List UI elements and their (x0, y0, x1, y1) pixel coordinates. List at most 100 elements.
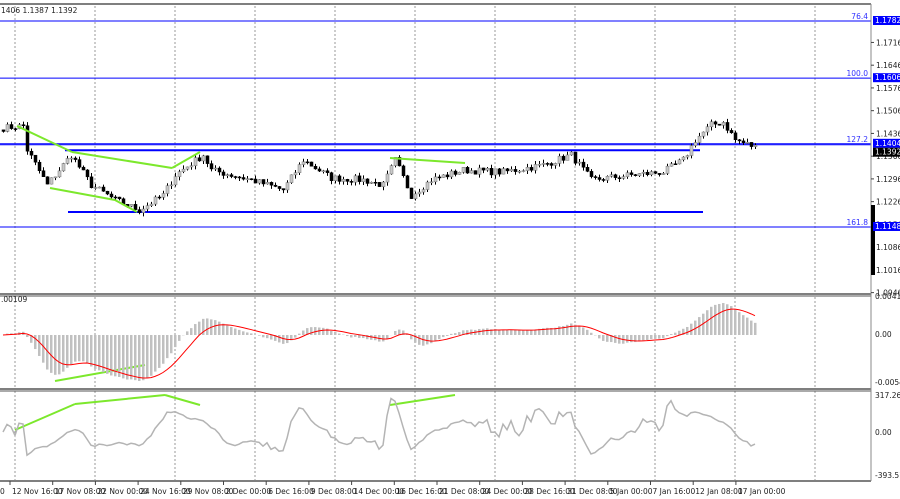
macd-histogram-bar (226, 325, 229, 335)
bull-candle (93, 187, 98, 189)
macd-histogram-bar (158, 335, 161, 368)
bull-candle (285, 182, 290, 191)
bear-candle (473, 170, 478, 175)
macd-histogram-bar (382, 335, 385, 342)
bull-candle (5, 124, 10, 132)
macd-histogram-bar (334, 331, 337, 335)
trend-line[interactable] (16, 125, 73, 153)
price-tick-label: 1.1646 (876, 61, 900, 70)
bear-candle (373, 182, 378, 184)
bear-candle (217, 167, 222, 173)
price-tick-label: 1.1576 (876, 84, 900, 93)
macd-axis-label: -0.00545 (875, 378, 900, 387)
cci-axis-label: -393.514 (875, 471, 900, 480)
time-tick-label: 6 Dec 16:00 (268, 487, 314, 496)
macd-histogram-bar (94, 335, 97, 369)
bull-candle (265, 182, 270, 185)
macd-histogram-bar (674, 332, 677, 335)
macd-histogram-bar (714, 304, 717, 335)
bear-candle (589, 171, 594, 177)
macd-histogram-bar (262, 335, 265, 338)
bear-candle (349, 181, 354, 183)
bull-candle (245, 178, 250, 180)
time-tick-label: 9 Dec 08:00 (311, 487, 357, 496)
macd-histogram-bar (162, 335, 165, 364)
bear-candle (77, 159, 82, 168)
bear-candle (1, 129, 6, 132)
macd-histogram-bar (174, 335, 177, 348)
cci-axis-label: 317.2639 (875, 391, 900, 400)
bull-candle (321, 170, 326, 172)
bull-candle (693, 142, 698, 146)
bull-candle (177, 171, 182, 177)
macd-histogram-bar (82, 335, 85, 362)
macd-histogram-bar (178, 335, 181, 341)
bull-candle (605, 176, 610, 181)
bull-candle (753, 145, 758, 147)
bull-candle (517, 170, 522, 173)
bull-candle (421, 189, 426, 193)
macd-histogram-bar (582, 327, 585, 335)
macd-histogram-bar (418, 335, 421, 345)
macd-histogram-bar (198, 321, 201, 335)
trend-line[interactable] (164, 394, 201, 406)
macd-histogram-bar (38, 335, 41, 356)
bear-candle (133, 204, 138, 210)
trend-line[interactable] (114, 199, 138, 213)
bear-candle (205, 155, 210, 164)
macd-histogram-bar (214, 320, 217, 335)
bear-candle (613, 174, 618, 178)
bear-candle (101, 186, 106, 192)
bull-candle (153, 196, 158, 205)
bull-candle (361, 178, 366, 182)
macd-histogram-bar (242, 331, 245, 335)
bear-candle (33, 154, 38, 163)
macd-histogram-bar (666, 335, 669, 337)
bull-candle (661, 173, 666, 175)
macd-histogram-bar (522, 330, 525, 335)
bull-candle (425, 181, 430, 190)
bear-candle (749, 142, 754, 147)
bull-candle (449, 170, 454, 178)
macd-histogram-bar (426, 335, 429, 345)
macd-histogram-bar (246, 332, 249, 335)
bear-candle (377, 182, 382, 187)
bear-candle (309, 161, 314, 167)
macd-histogram-bar (486, 328, 489, 335)
macd-histogram-bar (150, 335, 153, 376)
macd-histogram-bar (690, 323, 693, 335)
bear-candle (497, 168, 502, 175)
bull-candle (525, 167, 530, 171)
price-marker-label: 1.1606 (875, 73, 900, 82)
bull-candle (201, 155, 206, 162)
bull-candle (161, 193, 166, 198)
bear-candle (273, 184, 278, 187)
bull-candle (565, 154, 570, 161)
time-tick-label: 17 Jan 00:00 (738, 487, 786, 496)
bull-candle (609, 174, 614, 177)
trend-lines[interactable] (14, 125, 466, 431)
bull-candle (417, 191, 422, 195)
bear-candle (629, 172, 634, 175)
macd-panel (2, 303, 757, 381)
grid (14, 6, 816, 480)
macd-axis-label: 0.00 (875, 330, 892, 339)
time-tick-label: 0 (0, 487, 5, 496)
trading-chart[interactable]: 76.4 100.0 127.2 161.8 1.1716 1.1646 1.1576 1.… (0, 0, 900, 499)
trend-line[interactable] (71, 151, 173, 169)
bear-candle (657, 173, 662, 175)
bull-candle (385, 173, 390, 183)
macd-histogram-bar (442, 335, 445, 338)
macd-histogram-bar (598, 335, 601, 339)
cci-line (2, 397, 756, 457)
macd-histogram-bar (146, 335, 149, 379)
bear-candle (197, 157, 202, 162)
trend-line[interactable] (74, 394, 166, 405)
macd-histogram-bar (578, 325, 581, 335)
macd-histogram-bar (78, 335, 81, 362)
bull-candle (649, 171, 654, 175)
trend-line[interactable] (389, 394, 456, 406)
bull-candle (141, 208, 146, 213)
macd-histogram-bar (282, 335, 285, 344)
macd-histogram-bar (754, 322, 757, 335)
